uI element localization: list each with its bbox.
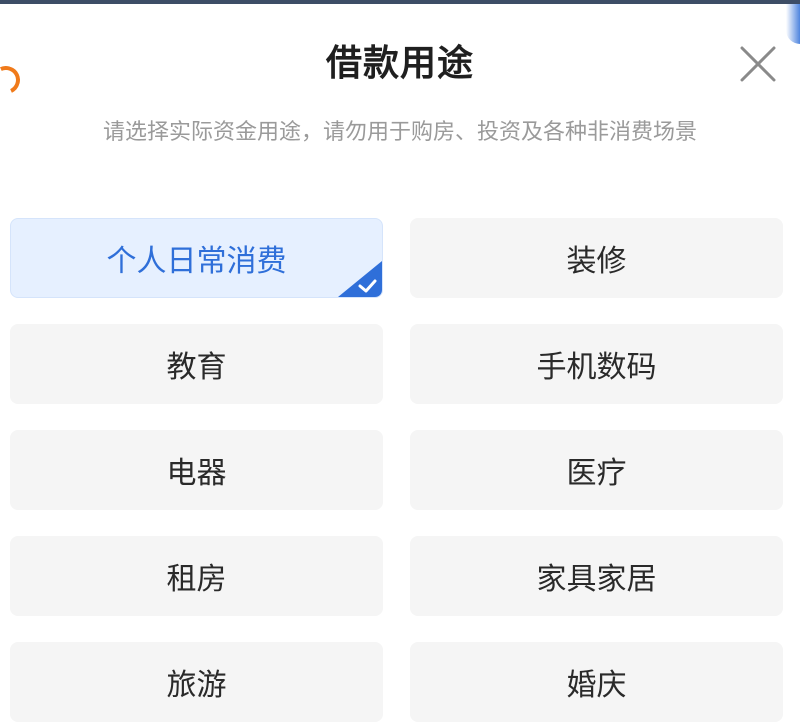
option-wedding[interactable]: 婚庆 [410, 642, 783, 722]
purpose-bottom-sheet: 借款用途 请选择实际资金用途，请勿用于购房、投资及各种非消费场景 个人日常消费 … [0, 4, 800, 722]
close-button[interactable] [736, 42, 780, 86]
option-label: 个人日常消费 [106, 244, 287, 279]
option-appliances[interactable]: 电器 [10, 430, 383, 510]
option-label: 家具家居 [536, 562, 657, 597]
dialog-subtitle: 请选择实际资金用途，请勿用于购房、投资及各种非消费场景 [102, 120, 697, 145]
option-label: 手机数码 [536, 350, 657, 385]
option-label: 医疗 [566, 456, 627, 491]
option-label: 旅游 [166, 668, 227, 703]
option-label: 租房 [166, 562, 227, 597]
checkmark-icon [338, 261, 382, 297]
option-travel[interactable]: 旅游 [10, 642, 383, 722]
option-mobile-digital[interactable]: 手机数码 [410, 324, 783, 404]
option-label: 装修 [566, 244, 627, 279]
option-label: 教育 [166, 350, 227, 385]
option-personal-daily-consumption[interactable]: 个人日常消费 [10, 218, 383, 298]
option-label: 婚庆 [566, 668, 627, 703]
option-label: 电器 [166, 456, 227, 491]
option-renovation[interactable]: 装修 [410, 218, 783, 298]
option-renting[interactable]: 租房 [10, 536, 383, 616]
close-icon [740, 46, 776, 82]
dialog-title: 借款用途 [325, 43, 474, 84]
purpose-options-grid: 个人日常消费 装修 教育 手机数码 电器 医疗 租房 家具家居 旅游 婚庆 [10, 218, 783, 722]
option-education[interactable]: 教育 [10, 324, 383, 404]
option-medical[interactable]: 医疗 [410, 430, 783, 510]
option-furniture-home[interactable]: 家具家居 [410, 536, 783, 616]
